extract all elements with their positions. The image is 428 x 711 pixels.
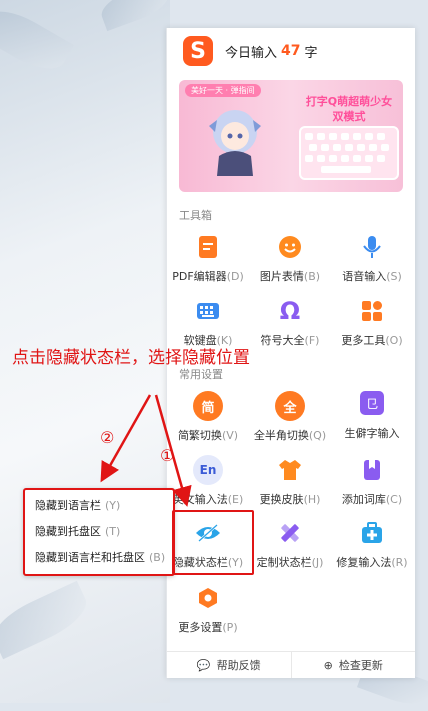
- setting-english-input[interactable]: En 英文输入法(E): [167, 455, 249, 507]
- tool-symbols[interactable]: Ω 符号大全(F): [249, 296, 331, 348]
- menu-item-shortcut: (B): [149, 551, 166, 564]
- setting-rare-char-input[interactable]: 㔾 生僻字输入: [331, 391, 413, 441]
- tutorial-instruction-text: 点击隐藏状态栏，选择隐藏位置: [12, 348, 250, 368]
- today-input-count: 47: [281, 43, 301, 59]
- shirt-icon: [275, 455, 305, 485]
- tool-shortcut: (S): [386, 270, 402, 283]
- setting-shortcut: (P): [222, 621, 238, 634]
- tool-shortcut: (D): [226, 270, 244, 283]
- panel-header: S 今日输入 47 字: [183, 36, 318, 66]
- grid-icon: [357, 296, 387, 326]
- menu-item-label: 隐藏到语言栏和托盘区: [35, 551, 145, 564]
- tool-image-emoji[interactable]: 图片表情(B): [249, 232, 331, 284]
- tool-shortcut: (F): [304, 334, 320, 347]
- setting-shortcut: (V): [221, 429, 239, 442]
- today-input-unit: 字: [304, 45, 318, 61]
- toolbox-section-title: 工具箱: [179, 209, 212, 222]
- menu-item-hide-to-tray[interactable]: 隐藏到托盘区 (T): [25, 519, 173, 545]
- step-1-marker: ①: [160, 446, 175, 465]
- fullwidth-icon: 全: [275, 391, 305, 421]
- setting-label: 生僻字输入: [344, 427, 400, 440]
- menu-item-label: 隐藏到语言栏: [35, 499, 101, 512]
- menu-item-hide-to-both[interactable]: 隐藏到语言栏和托盘区 (B): [25, 545, 173, 571]
- tool-pdf-editor[interactable]: PDF编辑器(D): [167, 232, 249, 284]
- bookmark-icon: [357, 455, 387, 485]
- emoji-icon: [275, 232, 305, 262]
- hide-location-menu: 隐藏到语言栏 (Y) 隐藏到托盘区 (T) 隐藏到语言栏和托盘区 (B): [23, 488, 175, 576]
- setting-full-half-width[interactable]: 全 全半角切换(Q): [249, 391, 331, 443]
- setting-add-dictionary[interactable]: 添加词库(C): [331, 455, 413, 507]
- tool-label: 符号大全: [260, 334, 305, 347]
- english-icon: En: [193, 455, 223, 485]
- microphone-icon: [357, 232, 387, 262]
- check-update-label: 检查更新: [338, 659, 383, 672]
- setting-shortcut: (E): [227, 493, 244, 506]
- tool-label: PDF编辑器: [172, 270, 227, 283]
- keyboard-illustration-icon: [299, 126, 399, 180]
- banner-title: 打字Q萌超萌少女 双模式: [305, 95, 393, 123]
- setting-label: 添加词库: [341, 493, 386, 506]
- setting-label: 英文输入法: [172, 493, 228, 506]
- tool-shortcut: (B): [303, 270, 321, 283]
- setting-simplified-traditional[interactable]: 简 简繁切换(V): [167, 391, 249, 443]
- highlight-box-hide-status-bar: [172, 510, 254, 575]
- menu-item-label: 隐藏到托盘区: [35, 525, 101, 538]
- setting-change-skin[interactable]: 更换皮肤(H): [249, 455, 331, 507]
- tool-label: 图片表情: [259, 270, 304, 283]
- omega-icon: Ω: [279, 297, 301, 325]
- keyboard-icon: [193, 296, 223, 326]
- pdf-icon: [193, 232, 223, 262]
- tool-voice-input[interactable]: 语音输入(S): [331, 232, 413, 284]
- tool-label: 更多工具: [341, 334, 386, 347]
- panel-footer: 💬 帮助反馈 ⊕ 检查更新: [167, 651, 415, 678]
- menu-item-shortcut: (T): [105, 525, 121, 538]
- banner-tag: 美好一天 · 弹指间: [185, 84, 261, 97]
- setting-shortcut: (Q): [308, 429, 327, 442]
- upload-circle-icon: ⊕: [323, 658, 333, 672]
- pencil-ruler-icon: [275, 518, 305, 548]
- help-feedback-label: 帮助反馈: [216, 659, 261, 672]
- tool-more-tools[interactable]: 更多工具(O): [331, 296, 413, 348]
- help-feedback-button[interactable]: 💬 帮助反馈: [167, 652, 291, 678]
- setting-shortcut: (H): [303, 493, 321, 506]
- setting-label: 简繁切换: [177, 429, 222, 442]
- sogou-logo-icon[interactable]: S: [183, 36, 213, 66]
- setting-label: 定制状态栏: [256, 556, 312, 569]
- setting-shortcut: (C): [385, 493, 403, 506]
- setting-label: 全半角切换: [253, 429, 309, 442]
- setting-more-settings[interactable]: 更多设置(P): [167, 583, 249, 635]
- tool-label: 语音输入: [342, 270, 387, 283]
- anime-girl-image: [209, 110, 261, 176]
- tool-soft-keyboard[interactable]: 软键盘(K): [167, 296, 249, 348]
- menu-item-hide-to-language-bar[interactable]: 隐藏到语言栏 (Y): [25, 493, 173, 519]
- setting-label: 修复输入法: [336, 556, 392, 569]
- common-settings-section-title: 常用设置: [179, 368, 223, 381]
- setting-customize-status-bar[interactable]: 定制状态栏(J): [249, 518, 331, 570]
- simplified-icon: 简: [193, 391, 223, 421]
- rare-char-icon: 㔾: [360, 391, 384, 415]
- setting-shortcut: (J): [311, 556, 324, 569]
- settings-icon: [193, 583, 223, 613]
- menu-item-shortcut: (Y): [105, 499, 121, 512]
- tool-shortcut: (O): [385, 334, 403, 347]
- chat-icon: 💬: [196, 658, 211, 672]
- setting-label: 更多设置: [178, 621, 223, 634]
- promo-banner[interactable]: 美好一天 · 弹指间 打字Q萌超萌少女 双模式: [179, 80, 403, 192]
- setting-shortcut: (R): [391, 556, 408, 569]
- setting-label: 更换皮肤: [259, 493, 304, 506]
- check-update-button[interactable]: ⊕ 检查更新: [290, 652, 416, 678]
- today-input-label: 今日输入: [225, 45, 278, 61]
- setting-repair-ime[interactable]: 修复输入法(R): [331, 518, 413, 570]
- step-2-marker: ②: [100, 428, 115, 447]
- medkit-icon: [357, 518, 387, 548]
